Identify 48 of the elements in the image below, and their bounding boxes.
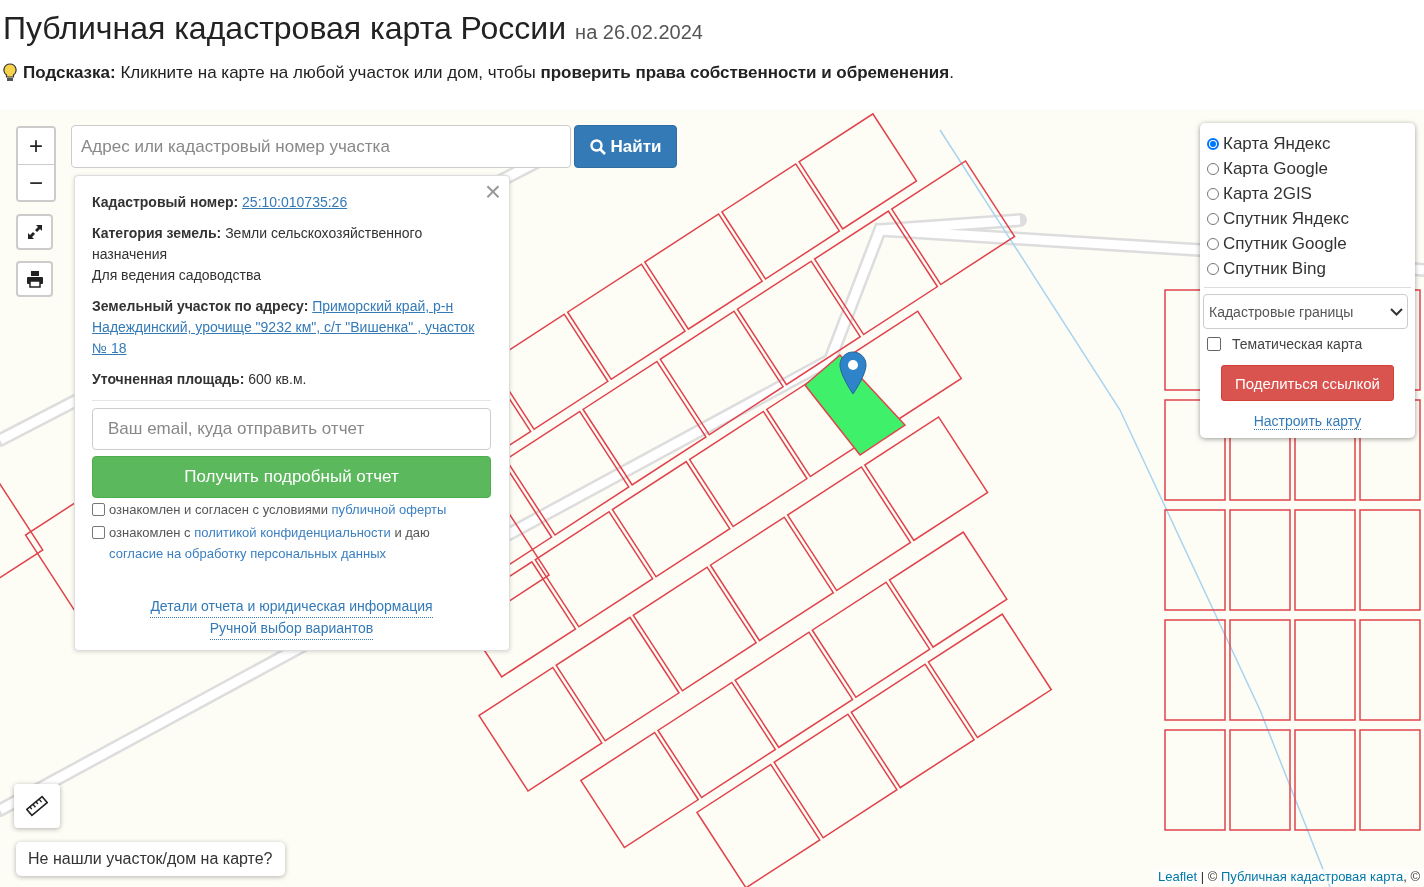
agreement-text: ознакомлен и согласен с условиями публичной оферты — [109, 501, 447, 519]
base-map-option[interactable]: Спутник Яндекс — [1207, 206, 1408, 231]
zoom-out-button[interactable]: − — [18, 164, 54, 200]
field-text: Уточненная площадь: 600 кв.м. — [92, 370, 308, 389]
base-map-option[interactable]: Карта Яндекс — [1207, 131, 1408, 156]
fullscreen-button[interactable] — [16, 214, 53, 250]
search-button[interactable]: Найти — [574, 125, 677, 168]
agreement-checkbox[interactable] — [92, 525, 105, 539]
base-map-option[interactable]: Карта Google — [1207, 156, 1408, 181]
agreement-link[interactable]: политикой конфиденциальности — [194, 524, 391, 540]
base-map-option[interactable]: Спутник Bing — [1207, 256, 1408, 281]
printer-icon — [25, 270, 44, 288]
hint-text: Подсказка: Кликните на карте на любой участок или дом, чтобы проверить права собственности и обременения. — [23, 63, 954, 83]
thematic-checkbox[interactable] — [1207, 337, 1221, 351]
field-text: Категория земель: Земли сельскохозяйственного назначения — [92, 224, 424, 264]
ruler-icon — [26, 795, 48, 817]
date-label: на 26.02.2024 — [575, 21, 703, 44]
agreement-link[interactable]: публичной оферты — [331, 502, 447, 517]
search-field[interactable]: Адрес или кадастровый номер участка — [71, 125, 571, 168]
overlay-select[interactable]: Кадастровые границы — [1203, 294, 1408, 329]
expand-icon — [25, 223, 44, 241]
agreement-checkbox[interactable] — [92, 503, 105, 516]
address-text: Земельный участок по адресу: Приморский край, р-н Надеждинский, урочище "9232 км", с/т "Вишенка" , участок № 18 — [92, 297, 476, 358]
close-button[interactable]: × — [484, 178, 501, 206]
map-attribution: Leaflet | © Публичная кадастровая карта, © — [1154, 869, 1424, 884]
map-marker-icon — [839, 351, 867, 395]
info-link[interactable]: Ручной выбор вариантов — [209, 618, 374, 641]
checkbox-label: Тематическая карта — [1232, 336, 1363, 352]
not-found-button[interactable]: Не нашли участок/дом на карте? — [16, 842, 285, 876]
info-link[interactable]: Детали отчета и юридическая информация — [150, 596, 433, 619]
ruler-button[interactable] — [14, 784, 60, 828]
share-button[interactable]: Поделиться ссылкой — [1221, 365, 1394, 401]
field-note: Для ведения садоводства — [92, 267, 261, 283]
lightbulb-icon — [3, 63, 17, 83]
page-title: Публичная кадастровая карта России — [3, 10, 567, 47]
cadastral-number-link[interactable]: 25:10:010735:26 — [242, 194, 348, 210]
settings-link[interactable]: Настроить карту — [1253, 413, 1362, 430]
search-icon — [589, 138, 606, 155]
base-map-option[interactable]: Карта 2GIS — [1207, 181, 1408, 206]
attribution-link[interactable]: Leaflet — [1158, 869, 1198, 884]
email-field[interactable]: Ваш email, куда отправить отчет — [92, 408, 491, 450]
print-button[interactable] — [16, 261, 53, 297]
chevron-down-icon — [1390, 307, 1403, 316]
field-text: Кадастровый номер: 25:10:010735:26 — [92, 193, 349, 212]
agreement-link[interactable]: согласие на обработку персональных данных — [109, 545, 386, 561]
base-map-option[interactable]: Спутник Google — [1207, 231, 1408, 256]
radio-button[interactable] — [1207, 137, 1219, 150]
agreement-text: ознакомлен с политикой конфиденциальности и даю согласие на обработку персональных данных — [109, 523, 431, 563]
